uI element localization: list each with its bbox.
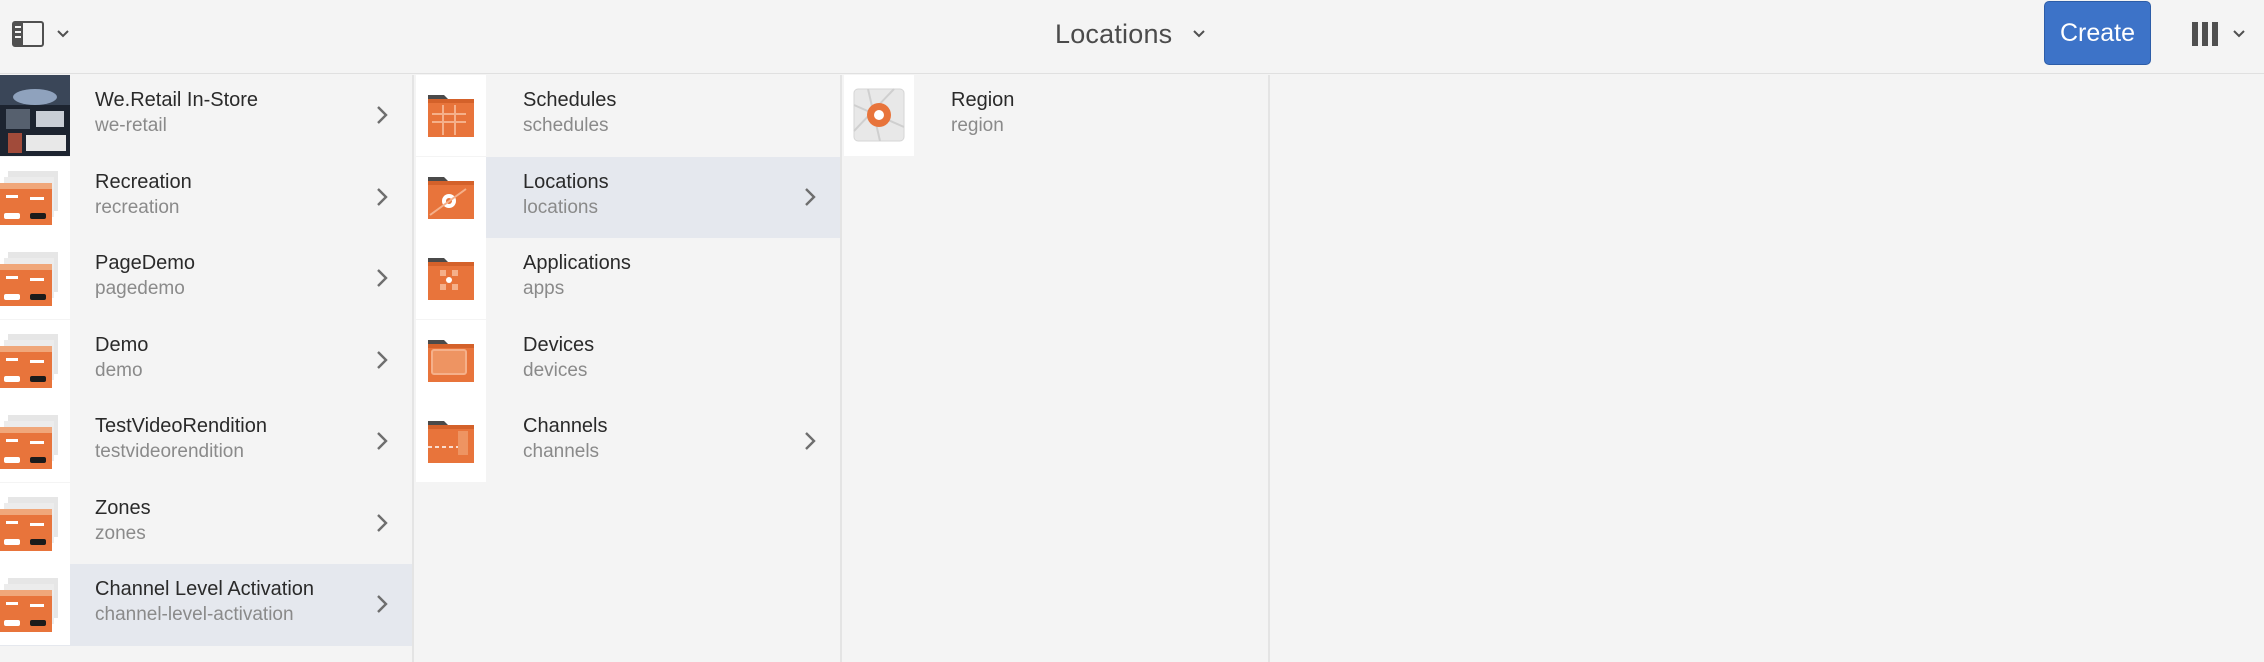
item-title: We.Retail In-Store xyxy=(95,89,259,111)
chevron-right-icon xyxy=(377,432,388,450)
row-text: PageDemo pagedemo xyxy=(95,250,195,302)
project-row[interactable]: Channel Level Activation channel-level-ac… xyxy=(0,564,412,646)
item-title: Channel Level Activation xyxy=(95,578,315,600)
row-text: Recreation recreation xyxy=(95,169,192,221)
devices-folder-icon xyxy=(416,319,486,401)
chevron-down-icon xyxy=(57,30,69,38)
row-text: Region region xyxy=(951,87,1014,139)
item-title: Region xyxy=(951,89,1015,111)
row-text: Channels channels xyxy=(523,413,608,465)
item-name: locations xyxy=(523,196,598,218)
row-text: Channel Level Activation channel-level-ac… xyxy=(95,576,314,628)
row-text: Demo demo xyxy=(95,332,148,384)
row-text: Locations locations xyxy=(523,169,609,221)
folder-row[interactable]: Channels channels xyxy=(416,401,840,483)
column-view-icon xyxy=(2192,22,2218,46)
item-name: demo xyxy=(95,359,143,381)
create-button[interactable]: Create xyxy=(2044,1,2151,65)
column-locations: Region region xyxy=(844,75,1270,662)
item-name: pagedemo xyxy=(95,278,185,299)
item-title: TestVideoRendition xyxy=(95,415,267,437)
row-text: Schedules schedules xyxy=(523,87,616,139)
item-name: devices xyxy=(523,359,588,381)
channels-folder-icon xyxy=(416,401,486,482)
project-row[interactable]: We.Retail In-Store we-retail xyxy=(0,75,412,157)
rail-panel-icon xyxy=(12,21,44,47)
chevron-right-icon xyxy=(805,432,816,450)
item-name: zones xyxy=(95,522,146,544)
column-empty xyxy=(1272,75,2264,662)
item-name: region xyxy=(951,115,1004,136)
project-row[interactable]: Demo demo xyxy=(0,319,412,402)
item-title: Zones xyxy=(95,496,151,519)
folder-row[interactable]: Devices devices xyxy=(416,319,840,402)
item-title: Demo xyxy=(95,333,149,356)
rail-toggle-button[interactable] xyxy=(12,18,82,50)
chevron-right-icon xyxy=(377,106,388,124)
row-text: We.Retail In-Store we-retail xyxy=(95,87,258,139)
chevron-down-icon xyxy=(1193,30,1206,38)
folder-row[interactable]: Applications apps xyxy=(416,238,840,320)
item-title: Recreation xyxy=(95,170,192,193)
page-title: Locations xyxy=(1055,18,1173,49)
view-switcher-button[interactable] xyxy=(2190,18,2260,50)
row-text: TestVideoRendition testvideorendition xyxy=(95,413,267,465)
chevron-right-icon xyxy=(377,350,388,369)
project-icon xyxy=(0,238,70,319)
location-row[interactable]: Region region xyxy=(844,75,1268,157)
item-title: Devices xyxy=(523,333,595,356)
top-toolbar: Locations Create xyxy=(0,0,2264,74)
project-row[interactable]: TestVideoRendition testvideorendition xyxy=(0,401,412,483)
chevron-right-icon xyxy=(377,269,388,287)
item-name: recreation xyxy=(95,196,180,218)
chevron-right-icon xyxy=(377,187,388,206)
project-thumbnail-image xyxy=(0,75,70,156)
column-projects: We.Retail In-Store we-retail Recreation rec… xyxy=(0,75,414,662)
item-title: Schedules xyxy=(523,89,617,111)
project-row[interactable]: PageDemo pagedemo xyxy=(0,238,412,320)
row-text: Devices devices xyxy=(523,332,594,384)
item-name: schedules xyxy=(523,115,609,136)
chevron-right-icon xyxy=(377,595,388,613)
item-name: apps xyxy=(523,278,565,299)
folder-row[interactable]: Locations locations xyxy=(416,156,840,238)
chevron-down-icon xyxy=(2233,30,2245,38)
item-title: PageDemo xyxy=(95,252,196,274)
item-name: channel-level-activation xyxy=(95,604,294,625)
project-row[interactable]: Zones zones xyxy=(0,482,412,565)
chevron-right-icon xyxy=(377,513,388,532)
page-title-dropdown[interactable]: Locations xyxy=(1055,14,1206,54)
item-name: channels xyxy=(523,441,600,462)
item-title: Channels xyxy=(523,415,608,437)
project-icon xyxy=(0,401,70,482)
project-icon xyxy=(0,319,70,401)
project-icon xyxy=(0,564,70,645)
item-title: Locations xyxy=(523,170,609,193)
row-text: Zones zones xyxy=(95,495,151,547)
item-title: Applications xyxy=(523,252,631,274)
column-project-folders: Schedules schedules Locations locations Appl… xyxy=(416,75,842,662)
applications-folder-icon xyxy=(416,238,486,319)
item-name: testvideorendition xyxy=(95,441,244,462)
location-pin-icon xyxy=(844,75,914,156)
project-row[interactable]: Recreation recreation xyxy=(0,156,412,239)
item-name: we-retail xyxy=(95,115,167,136)
project-icon xyxy=(0,156,70,238)
row-text: Applications apps xyxy=(523,250,631,302)
locations-folder-icon xyxy=(416,156,486,238)
schedules-folder-icon xyxy=(416,75,486,156)
chevron-right-icon xyxy=(805,187,816,206)
project-icon xyxy=(0,482,70,564)
folder-row[interactable]: Schedules schedules xyxy=(416,75,840,157)
